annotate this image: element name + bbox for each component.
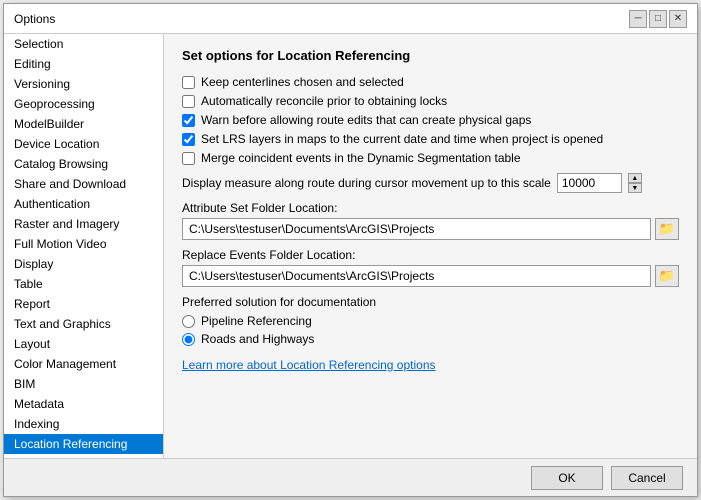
minimize-button[interactable]: ─ [629, 10, 647, 28]
sidebar-item-authentication[interactable]: Authentication [4, 194, 163, 214]
checkbox-2[interactable] [182, 114, 195, 127]
close-button[interactable]: ✕ [669, 10, 687, 28]
sidebar-item-bim[interactable]: BIM [4, 374, 163, 394]
sidebar-item-catalog-browsing[interactable]: Catalog Browsing [4, 154, 163, 174]
window-controls: ─ □ ✕ [629, 10, 687, 28]
ok-button[interactable]: OK [531, 466, 603, 490]
sidebar-item-table[interactable]: Table [4, 274, 163, 294]
sidebar-item-full-motion-video[interactable]: Full Motion Video [4, 234, 163, 254]
checkbox-3[interactable] [182, 133, 195, 146]
checkbox-row-2: Warn before allowing route edits that ca… [182, 113, 679, 127]
checkbox-row-3: Set LRS layers in maps to the current da… [182, 132, 679, 146]
main-content: Set options for Location Referencing Kee… [164, 34, 697, 458]
radio-1[interactable] [182, 333, 195, 346]
learn-more-link[interactable]: Learn more about Location Referencing op… [182, 358, 679, 372]
attribute-folder-row: 📁 [182, 218, 679, 240]
radio-label-1: Roads and Highways [201, 332, 314, 346]
replace-events-folder-group: Replace Events Folder Location: 📁 [182, 248, 679, 287]
checkbox-label-1: Automatically reconcile prior to obtaini… [201, 94, 447, 108]
sidebar-item-share-and-download[interactable]: Share and Download [4, 174, 163, 194]
section-title: Set options for Location Referencing [182, 48, 679, 63]
radio-row-0: Pipeline Referencing [182, 314, 679, 328]
replace-events-folder-row: 📁 [182, 265, 679, 287]
checkbox-label-2: Warn before allowing route edits that ca… [201, 113, 531, 127]
checkbox-label-3: Set LRS layers in maps to the current da… [201, 132, 603, 146]
checkbox-row-1: Automatically reconcile prior to obtaini… [182, 94, 679, 108]
radio-label-0: Pipeline Referencing [201, 314, 312, 328]
replace-events-folder-browse-button[interactable]: 📁 [655, 265, 679, 287]
sidebar-item-device-location[interactable]: Device Location [4, 134, 163, 154]
sidebar-item-editing[interactable]: Editing [4, 54, 163, 74]
radio-container: Pipeline Referencing Roads and Highways [182, 314, 679, 346]
checkbox-label-0: Keep centerlines chosen and selected [201, 75, 404, 89]
attribute-folder-group: Attribute Set Folder Location: 📁 [182, 201, 679, 240]
sidebar-item-modelbuilder[interactable]: ModelBuilder [4, 114, 163, 134]
cancel-button[interactable]: Cancel [611, 466, 683, 490]
replace-events-folder-label: Replace Events Folder Location: [182, 248, 679, 262]
checkbox-4[interactable] [182, 152, 195, 165]
title-bar: Options ─ □ ✕ [4, 4, 697, 34]
attribute-folder-input[interactable] [182, 218, 651, 240]
dialog-body: SelectionEditingVersioningGeoprocessingM… [4, 34, 697, 458]
sidebar-item-versioning[interactable]: Versioning [4, 74, 163, 94]
sidebar-item-raster-and-imagery[interactable]: Raster and Imagery [4, 214, 163, 234]
sidebar-item-metadata[interactable]: Metadata [4, 394, 163, 414]
sidebar-item-indexing[interactable]: Indexing [4, 414, 163, 434]
sidebar-item-color-management[interactable]: Color Management [4, 354, 163, 374]
preferred-solution-label: Preferred solution for documentation [182, 295, 679, 309]
attribute-folder-browse-button[interactable]: 📁 [655, 218, 679, 240]
sidebar: SelectionEditingVersioningGeoprocessingM… [4, 34, 164, 458]
checkbox-1[interactable] [182, 95, 195, 108]
maximize-button[interactable]: □ [649, 10, 667, 28]
dialog-footer: OK Cancel [4, 458, 697, 496]
options-dialog: Options ─ □ ✕ SelectionEditingVersioning… [3, 3, 698, 497]
checkbox-0[interactable] [182, 76, 195, 89]
dialog-title: Options [14, 12, 55, 26]
preferred-solution-section: Preferred solution for documentation Pip… [182, 295, 679, 346]
spin-down-button[interactable]: ▼ [628, 183, 642, 193]
checkbox-row-0: Keep centerlines chosen and selected [182, 75, 679, 89]
sidebar-wrapper: SelectionEditingVersioningGeoprocessingM… [4, 34, 164, 458]
replace-events-folder-input[interactable] [182, 265, 651, 287]
scale-spinner: ▲ ▼ [628, 173, 642, 193]
sidebar-item-location-referencing[interactable]: Location Referencing [4, 434, 163, 454]
sidebar-item-geoprocessing[interactable]: Geoprocessing [4, 94, 163, 114]
attribute-folder-label: Attribute Set Folder Location: [182, 201, 679, 215]
sidebar-item-selection[interactable]: Selection [4, 34, 163, 54]
sidebar-item-display[interactable]: Display [4, 254, 163, 274]
radio-row-1: Roads and Highways [182, 332, 679, 346]
scale-row: Display measure along route during curso… [182, 173, 679, 193]
scale-label: Display measure along route during curso… [182, 176, 551, 190]
checkbox-container: Keep centerlines chosen and selected Auto… [182, 75, 679, 165]
sidebar-item-layout[interactable]: Layout [4, 334, 163, 354]
radio-0[interactable] [182, 315, 195, 328]
sidebar-item-report[interactable]: Report [4, 294, 163, 314]
scale-input[interactable] [557, 173, 622, 193]
checkbox-label-4: Merge coincident events in the Dynamic S… [201, 151, 521, 165]
checkbox-row-4: Merge coincident events in the Dynamic S… [182, 151, 679, 165]
spin-up-button[interactable]: ▲ [628, 173, 642, 183]
sidebar-item-text-and-graphics[interactable]: Text and Graphics [4, 314, 163, 334]
